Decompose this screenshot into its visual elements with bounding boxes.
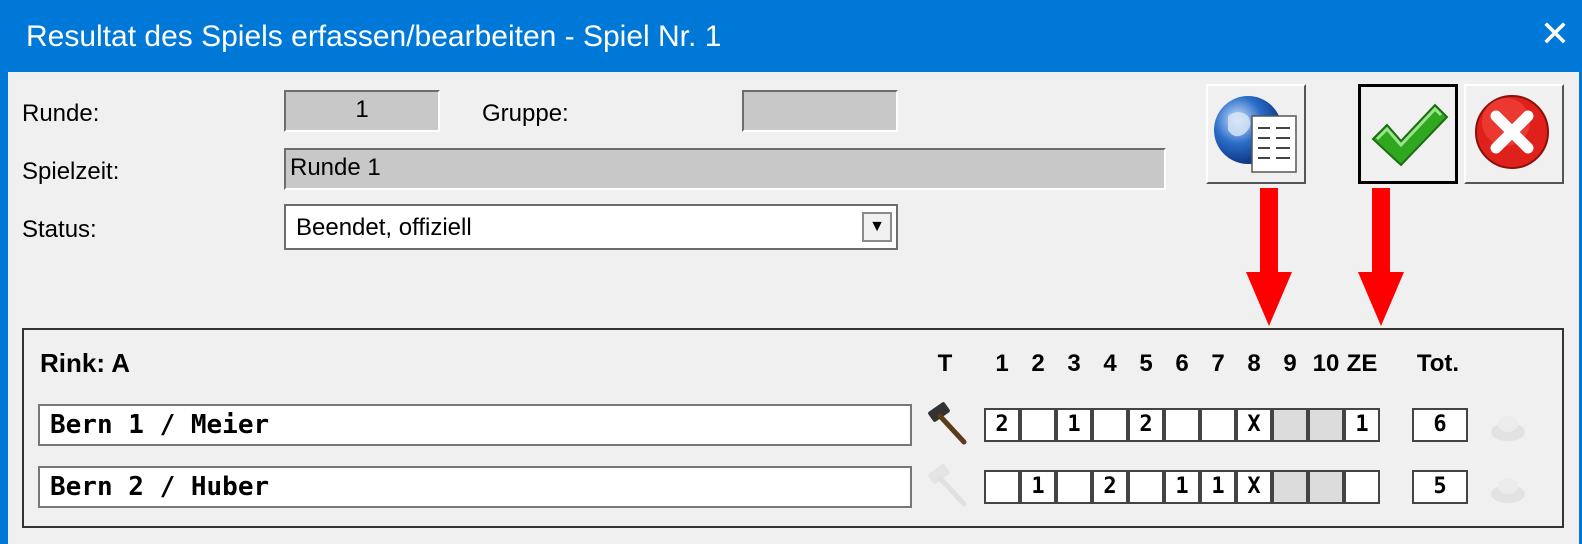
curling-stone-icon — [1491, 416, 1525, 441]
runde-field[interactable]: 1 — [284, 90, 440, 132]
header-end: 1 — [995, 350, 1009, 377]
extra-end-cell[interactable] — [1344, 470, 1380, 504]
runde-label: Runde: — [22, 100, 100, 127]
end-score-cell[interactable]: 2 — [1128, 408, 1164, 442]
report-button[interactable] — [1206, 84, 1306, 184]
ok-button[interactable] — [1358, 84, 1458, 184]
end-score-cell[interactable] — [1272, 408, 1308, 442]
header-end: 2 — [1031, 350, 1045, 377]
window-title: Resultat des Spiels erfassen/bearbeiten … — [26, 20, 722, 53]
header-extra-end: ZE — [1346, 350, 1378, 377]
header-end: 7 — [1211, 350, 1225, 377]
end-score-cell[interactable]: 1 — [1164, 470, 1200, 504]
end-score-cell[interactable] — [1308, 470, 1344, 504]
end-score-cell[interactable] — [1272, 470, 1308, 504]
end-score-cell[interactable] — [1128, 470, 1164, 504]
status-value: Beendet, offiziell — [296, 214, 472, 241]
red-arrow-icon — [1246, 188, 1292, 326]
spielzeit-label: Spielzeit: — [22, 158, 120, 185]
header-end: 5 — [1139, 350, 1153, 377]
status-select[interactable]: Beendet, offiziell ▼ — [284, 204, 898, 250]
end-score-cell[interactable] — [1056, 470, 1092, 504]
total-score: 5 — [1412, 470, 1468, 504]
header-end: 6 — [1175, 350, 1189, 377]
end-score-cell[interactable]: 2 — [1092, 470, 1128, 504]
globe-report-icon — [1214, 96, 1297, 173]
red-arrow-icon — [1358, 188, 1404, 326]
end-score-cell[interactable] — [1200, 408, 1236, 442]
end-score-cell[interactable] — [1092, 408, 1128, 442]
curling-stone-icon — [1491, 478, 1525, 503]
green-checkmark-icon — [1371, 103, 1449, 167]
total-score: 6 — [1412, 408, 1468, 442]
red-x-icon — [1475, 95, 1549, 169]
end-score-cell[interactable]: 1 — [1200, 470, 1236, 504]
end-score-cell[interactable] — [1020, 408, 1056, 442]
end-score-cell[interactable]: 1 — [1056, 408, 1092, 442]
rink-panel: Rink: A T 1 2 3 4 5 6 7 8 9 10 ZE Tot. B… — [22, 328, 1564, 528]
header-end: 4 — [1103, 350, 1117, 377]
end-score-cell[interactable] — [984, 470, 1020, 504]
end-score-cell[interactable]: X — [1236, 408, 1272, 442]
hammer-icon[interactable] — [926, 464, 970, 508]
gruppe-label: Gruppe: — [482, 100, 569, 127]
team-name-field[interactable]: Bern 2 / Huber — [38, 466, 912, 508]
chevron-down-icon[interactable]: ▼ — [862, 212, 892, 242]
extra-end-cell[interactable]: 1 — [1344, 408, 1380, 442]
end-score-cell[interactable]: X — [1236, 470, 1272, 504]
end-score-cell[interactable] — [1308, 408, 1344, 442]
title-bar: Resultat des Spiels erfassen/bearbeiten … — [0, 0, 1582, 72]
header-end: 10 — [1312, 350, 1340, 377]
end-score-cell[interactable]: 1 — [1020, 470, 1056, 504]
rink-title: Rink: A — [40, 348, 131, 378]
header-end: 9 — [1283, 350, 1297, 377]
status-label: Status: — [22, 216, 97, 243]
team-name-field[interactable]: Bern 1 / Meier — [38, 404, 912, 446]
close-icon[interactable]: ✕ — [1540, 12, 1570, 56]
cancel-button[interactable] — [1464, 84, 1564, 184]
gruppe-field[interactable] — [742, 90, 898, 132]
hammer-icon[interactable] — [926, 402, 970, 446]
header-t: T — [937, 350, 953, 377]
end-score-cell[interactable] — [1164, 408, 1200, 442]
spielzeit-field[interactable]: Runde 1 — [284, 148, 1166, 190]
header-end: 8 — [1247, 350, 1261, 377]
end-score-cell[interactable]: 2 — [984, 408, 1020, 442]
header-total: Tot. — [1416, 350, 1460, 377]
header-end: 3 — [1067, 350, 1081, 377]
